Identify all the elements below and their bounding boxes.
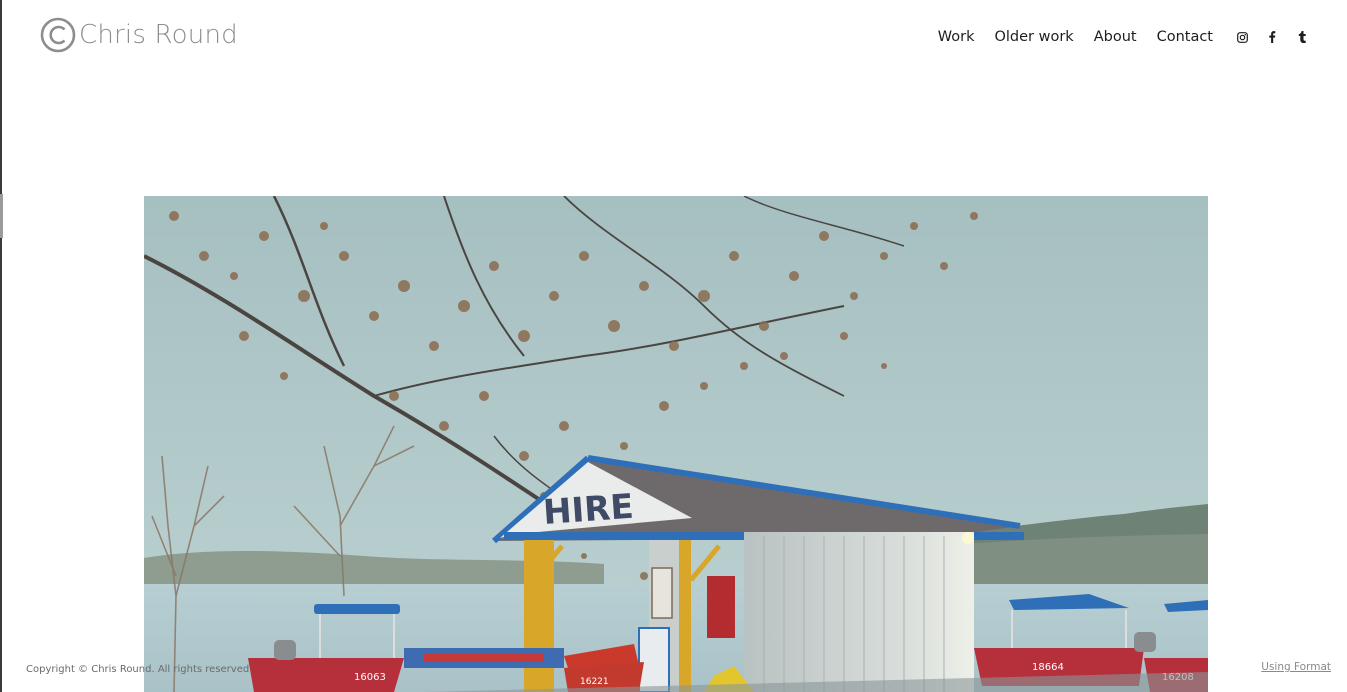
window-left-edge	[0, 0, 2, 692]
nav-about[interactable]: About	[1094, 29, 1137, 45]
copyright-logo-icon	[40, 17, 76, 53]
main-nav: Work Older work About Contact	[918, 29, 1309, 45]
boat-number-3: 18664	[1032, 662, 1064, 673]
facebook-icon[interactable]	[1265, 30, 1279, 44]
boat-hire-shed-photo: HIRE 16063 16221 18664	[144, 196, 1208, 692]
instagram-icon[interactable]	[1235, 30, 1249, 44]
boat-number-2: 16221	[580, 677, 609, 687]
window-edge-marker	[0, 194, 3, 238]
hire-sign-text: HIRE	[542, 487, 635, 533]
site-title: Chris Round	[79, 20, 238, 50]
tumblr-icon[interactable]	[1295, 30, 1309, 44]
copyright-notice: Copyright © Chris Round. All rights rese…	[26, 664, 253, 675]
nav-older-work[interactable]: Older work	[994, 29, 1073, 45]
nav-contact[interactable]: Contact	[1157, 29, 1213, 45]
hero-photo: HIRE 16063 16221 18664	[144, 196, 1208, 692]
boat-number-1: 16063	[354, 672, 386, 683]
using-format-link[interactable]: Using Format	[1261, 661, 1331, 673]
site-logo[interactable]: Chris Round	[40, 17, 238, 53]
nav-work[interactable]: Work	[938, 29, 975, 45]
